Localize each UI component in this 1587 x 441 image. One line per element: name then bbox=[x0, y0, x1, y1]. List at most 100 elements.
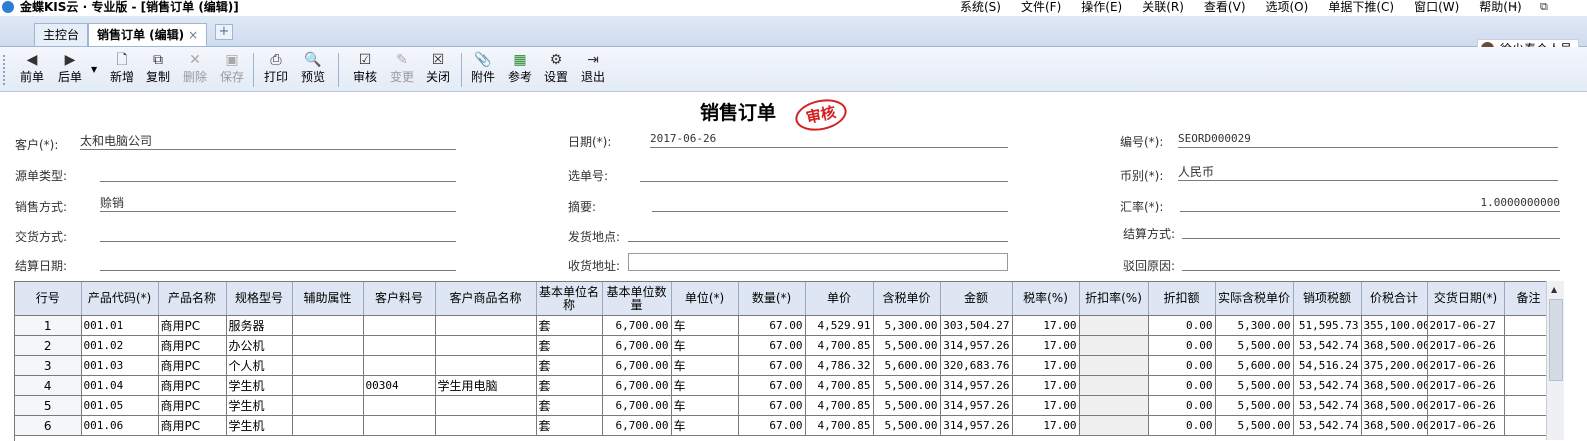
table-cell[interactable]: 商用PC bbox=[158, 415, 227, 436]
table-cell[interactable]: 车 bbox=[671, 315, 739, 336]
column-header[interactable]: 折扣额 bbox=[1148, 282, 1216, 316]
column-header[interactable]: 单位(*) bbox=[671, 282, 739, 316]
number-field[interactable]: SEORD000029 bbox=[1178, 132, 1558, 148]
table-cell[interactable] bbox=[435, 355, 537, 376]
table-cell[interactable] bbox=[292, 395, 364, 416]
table-cell[interactable]: 6,700.00 bbox=[602, 335, 672, 356]
table-cell[interactable]: 51,595.73 bbox=[1293, 315, 1362, 336]
table-cell[interactable] bbox=[435, 335, 537, 356]
table-cell[interactable]: 001.01 bbox=[81, 315, 159, 336]
table-cell[interactable]: 商用PC bbox=[158, 355, 227, 376]
column-header[interactable]: 基本单位名称 bbox=[536, 282, 603, 316]
table-cell[interactable]: 2017-06-26 bbox=[1427, 415, 1505, 436]
column-header[interactable]: 行号 bbox=[15, 282, 82, 316]
table-cell[interactable] bbox=[292, 315, 364, 336]
table-row[interactable]: 3 001.03 商用PC 个人机套 6,700.00 车 67.00 4,786.32 5,6… bbox=[15, 355, 1547, 376]
table-cell[interactable]: 5,500.00 bbox=[1215, 335, 1294, 356]
source-type-field[interactable] bbox=[100, 166, 456, 182]
table-cell[interactable]: 办公机 bbox=[226, 335, 293, 356]
table-cell[interactable] bbox=[1079, 375, 1149, 396]
table-cell[interactable]: 学生机 bbox=[226, 415, 293, 436]
column-header[interactable]: 客户商品名称 bbox=[435, 282, 537, 316]
table-row[interactable]: 6 001.06 商用PC 学生机套 6,700.00 车 67.00 4,700.85 5,5… bbox=[15, 415, 1547, 436]
table-cell[interactable] bbox=[1504, 335, 1547, 356]
table-cell[interactable]: 5,500.00 bbox=[1215, 395, 1294, 416]
table-cell[interactable]: 6,700.00 bbox=[602, 375, 672, 396]
table-cell[interactable]: 6,700.00 bbox=[602, 415, 672, 436]
table-cell[interactable]: 5,500.00 bbox=[1215, 415, 1294, 436]
attach-button[interactable]: 📎 附件 bbox=[465, 51, 501, 89]
menu-view[interactable]: 查看(V) bbox=[1204, 0, 1246, 16]
table-cell[interactable]: 车 bbox=[671, 355, 739, 376]
table-cell[interactable]: 17.00 bbox=[1012, 315, 1080, 336]
table-cell[interactable]: 2017-06-26 bbox=[1427, 355, 1505, 376]
table-cell[interactable]: 套 bbox=[536, 375, 603, 396]
new-button[interactable]: 🗋 新增 bbox=[104, 51, 140, 89]
table-cell[interactable]: 368,500.00 bbox=[1361, 335, 1428, 356]
table-cell[interactable]: 服务器 bbox=[226, 315, 293, 336]
minimize-icon[interactable]: – bbox=[1512, 0, 1518, 14]
rate-field[interactable]: 1.0000000000 bbox=[1180, 196, 1560, 212]
table-cell[interactable] bbox=[1504, 395, 1547, 416]
table-cell[interactable]: 001.06 bbox=[81, 415, 159, 436]
ship-from-field[interactable] bbox=[628, 226, 1008, 242]
date-field[interactable]: 2017-06-26 bbox=[650, 132, 1008, 148]
menu-push-down[interactable]: 单据下推(C) bbox=[1328, 0, 1394, 16]
table-cell[interactable]: 4,700.85 bbox=[805, 335, 874, 356]
summary-field[interactable] bbox=[652, 196, 1008, 212]
table-cell[interactable] bbox=[435, 415, 537, 436]
table-cell[interactable]: 314,957.26 bbox=[940, 335, 1013, 356]
table-cell[interactable]: 1 bbox=[15, 315, 82, 336]
table-cell[interactable]: 17.00 bbox=[1012, 355, 1080, 376]
column-header[interactable]: 备注 bbox=[1504, 282, 1547, 316]
table-cell[interactable]: 6,700.00 bbox=[602, 355, 672, 376]
column-header[interactable]: 税率(%) bbox=[1012, 282, 1080, 316]
table-cell[interactable]: 5,500.00 bbox=[873, 375, 941, 396]
table-cell[interactable]: 2017-06-26 bbox=[1427, 375, 1505, 396]
restore-icon[interactable]: ⧉ bbox=[1540, 0, 1548, 14]
reject-reason-field[interactable] bbox=[1182, 255, 1560, 271]
table-cell[interactable]: 67.00 bbox=[738, 315, 806, 336]
table-cell[interactable]: 4,700.85 bbox=[805, 395, 874, 416]
table-row[interactable]: 2 001.02 商用PC 办公机套 6,700.00 车 67.00 4,700.85 5,5… bbox=[15, 335, 1547, 356]
table-cell[interactable]: 320,683.76 bbox=[940, 355, 1013, 376]
scrollbar-thumb[interactable] bbox=[1549, 299, 1563, 381]
table-cell[interactable]: 53,542.74 bbox=[1293, 375, 1362, 396]
table-cell[interactable] bbox=[363, 315, 436, 336]
table-cell[interactable]: 5,600.00 bbox=[873, 355, 941, 376]
table-cell[interactable] bbox=[292, 355, 364, 376]
table-cell[interactable]: 6,700.00 bbox=[602, 395, 672, 416]
table-cell[interactable]: 67.00 bbox=[738, 395, 806, 416]
tab-main-console[interactable]: 主控台 bbox=[34, 23, 89, 46]
table-cell[interactable]: 67.00 bbox=[738, 355, 806, 376]
settings-button[interactable]: ⚙ 设置 bbox=[538, 51, 574, 89]
table-cell[interactable] bbox=[1079, 395, 1149, 416]
table-cell[interactable]: 5,500.00 bbox=[873, 335, 941, 356]
table-cell[interactable] bbox=[1079, 415, 1149, 436]
copy-button[interactable]: ⧉ 复制 bbox=[140, 51, 176, 89]
table-cell[interactable]: 001.03 bbox=[81, 355, 159, 376]
table-cell[interactable]: 车 bbox=[671, 335, 739, 356]
table-cell[interactable]: 303,504.27 bbox=[940, 315, 1013, 336]
table-cell[interactable] bbox=[1504, 355, 1547, 376]
table-cell[interactable]: 3 bbox=[15, 355, 82, 376]
table-cell[interactable] bbox=[363, 335, 436, 356]
table-cell[interactable]: 5,300.00 bbox=[873, 315, 941, 336]
table-cell[interactable]: 套 bbox=[536, 355, 603, 376]
print-button[interactable]: ⎙ 打印 bbox=[258, 51, 294, 89]
menu-file[interactable]: 文件(F) bbox=[1021, 0, 1061, 16]
table-cell[interactable]: 5,500.00 bbox=[1215, 375, 1294, 396]
table-cell[interactable]: 0.00 bbox=[1148, 355, 1216, 376]
sales-method-field[interactable]: 赊销 bbox=[100, 196, 456, 212]
column-header[interactable]: 规格型号 bbox=[226, 282, 293, 316]
table-row[interactable]: 4 001.04 商用PC 学生机 00304 学生用电脑套 6,700.00 车 67.00 4… bbox=[15, 375, 1547, 396]
table-cell[interactable]: 17.00 bbox=[1012, 335, 1080, 356]
table-cell[interactable]: 4 bbox=[15, 375, 82, 396]
table-cell[interactable] bbox=[1079, 355, 1149, 376]
table-cell[interactable]: 67.00 bbox=[738, 415, 806, 436]
table-cell[interactable]: 314,957.26 bbox=[940, 395, 1013, 416]
table-cell[interactable]: 0.00 bbox=[1148, 375, 1216, 396]
table-cell[interactable]: 商用PC bbox=[158, 315, 227, 336]
menu-system[interactable]: 系统(S) bbox=[960, 0, 1001, 16]
table-cell[interactable]: 0.00 bbox=[1148, 315, 1216, 336]
